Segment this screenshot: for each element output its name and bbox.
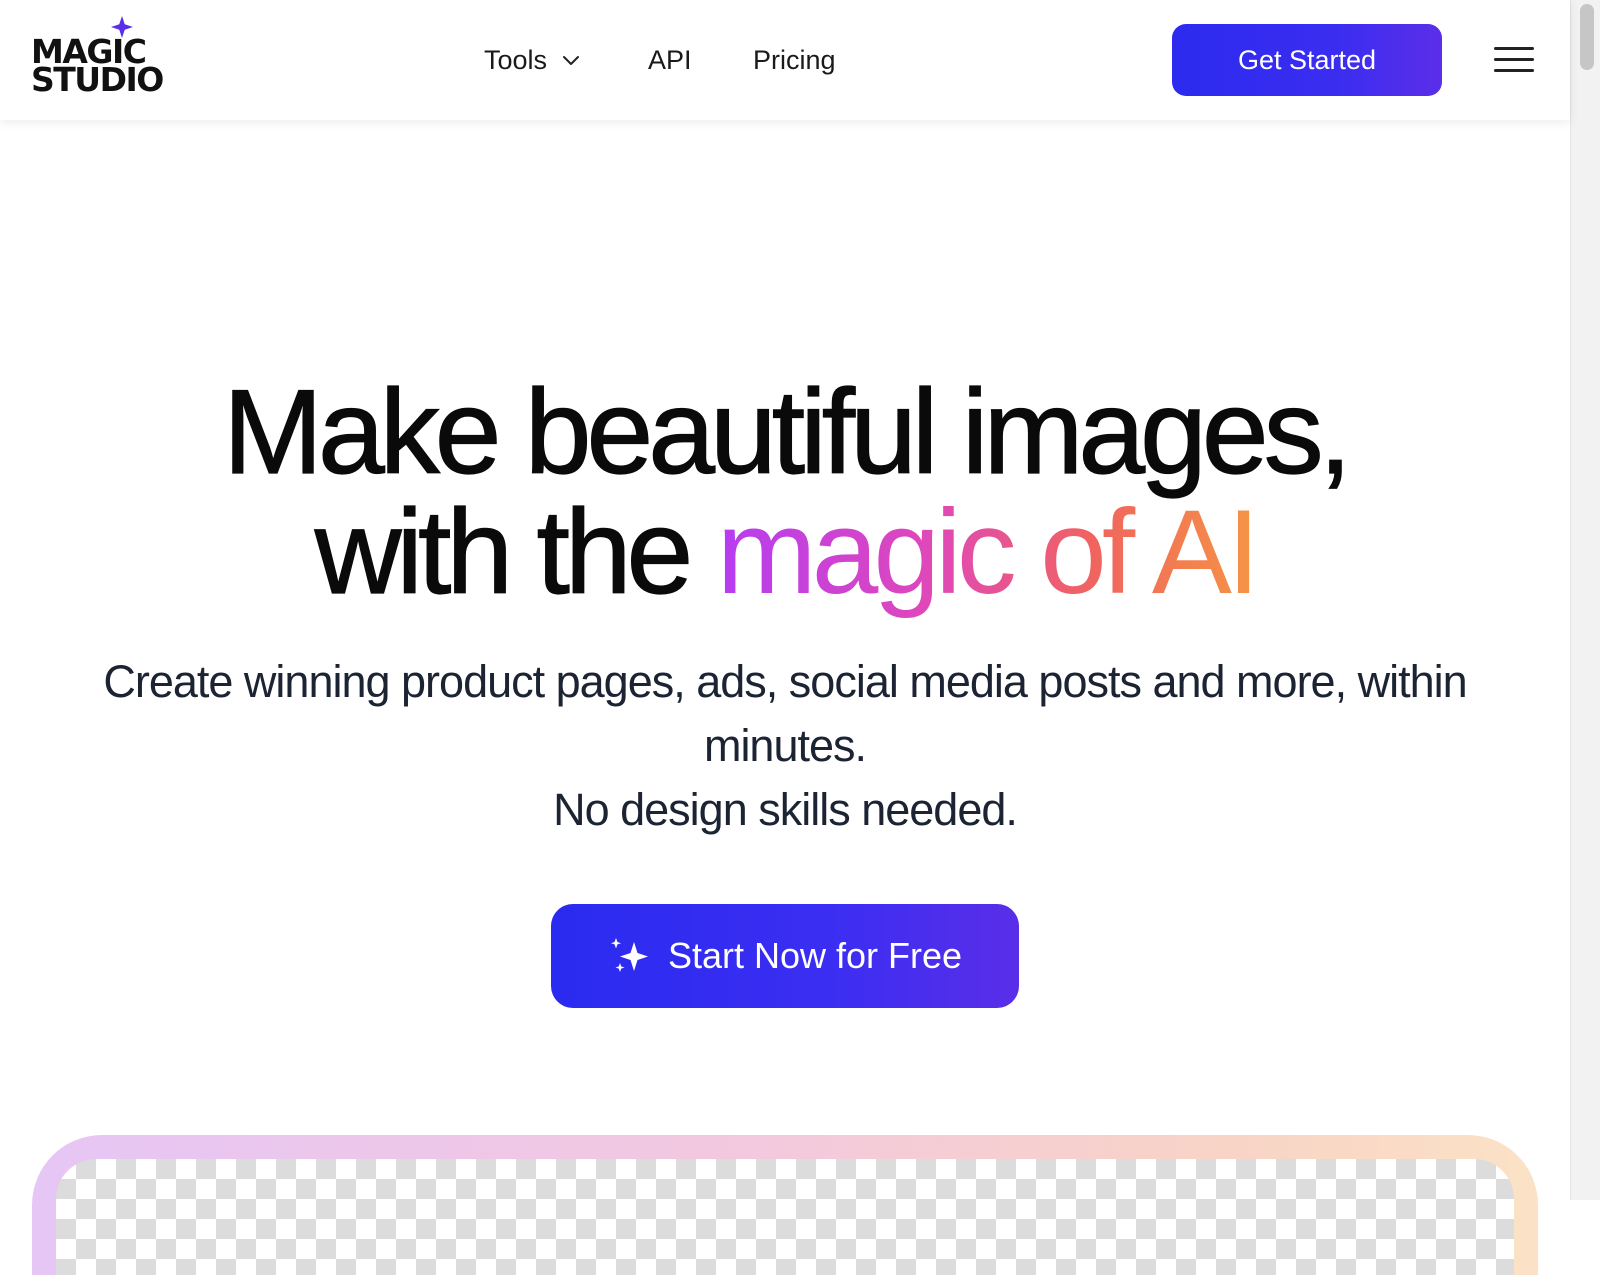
scrollbar-thumb[interactable]: [1580, 4, 1594, 70]
site-header: MAGIC STUDIO Tools API Pricing Get Start…: [0, 0, 1570, 120]
nav-tools-dropdown[interactable]: Tools: [484, 45, 648, 76]
preview-frame: [32, 1135, 1538, 1275]
nav-pricing-label: Pricing: [753, 44, 836, 75]
logo-star-icon: [111, 16, 133, 38]
headline-line-1: Make beautiful images,: [222, 365, 1352, 499]
headline-gradient-text: magic of AI: [716, 485, 1261, 619]
transparent-canvas-preview: [56, 1159, 1514, 1275]
main-nav: Tools API Pricing: [484, 40, 836, 80]
chevron-down-icon: [563, 56, 580, 65]
start-now-label: Start Now for Free: [667, 935, 963, 976]
hamburger-menu-icon[interactable]: [1494, 47, 1534, 73]
sparkles-icon: [610, 938, 648, 972]
subtitle-line-2: No design skills needed.: [553, 784, 1018, 835]
page-scrollbar[interactable]: [1570, 0, 1600, 1200]
subtitle-line-1: Create winning product pages, ads, socia…: [103, 656, 1467, 771]
start-now-button[interactable]: Start Now for Free: [551, 904, 1019, 1008]
get-started-button[interactable]: Get Started: [1172, 24, 1442, 96]
nav-tools-label: Tools: [484, 44, 548, 75]
headline-line-2: with the magic of AI: [0, 491, 1570, 612]
nav-api-link[interactable]: API: [648, 45, 753, 76]
hero-headline: Make beautiful images, with the magic of…: [0, 365, 1570, 612]
hero-subtitle: Create winning product pages, ads, socia…: [60, 650, 1510, 842]
magic-studio-logo[interactable]: MAGIC STUDIO: [31, 16, 164, 99]
nav-api-label: API: [648, 44, 692, 75]
nav-pricing-link[interactable]: Pricing: [753, 45, 836, 76]
logo-line-2: STUDIO: [31, 60, 164, 99]
headline-plain-text: with the: [314, 485, 717, 619]
